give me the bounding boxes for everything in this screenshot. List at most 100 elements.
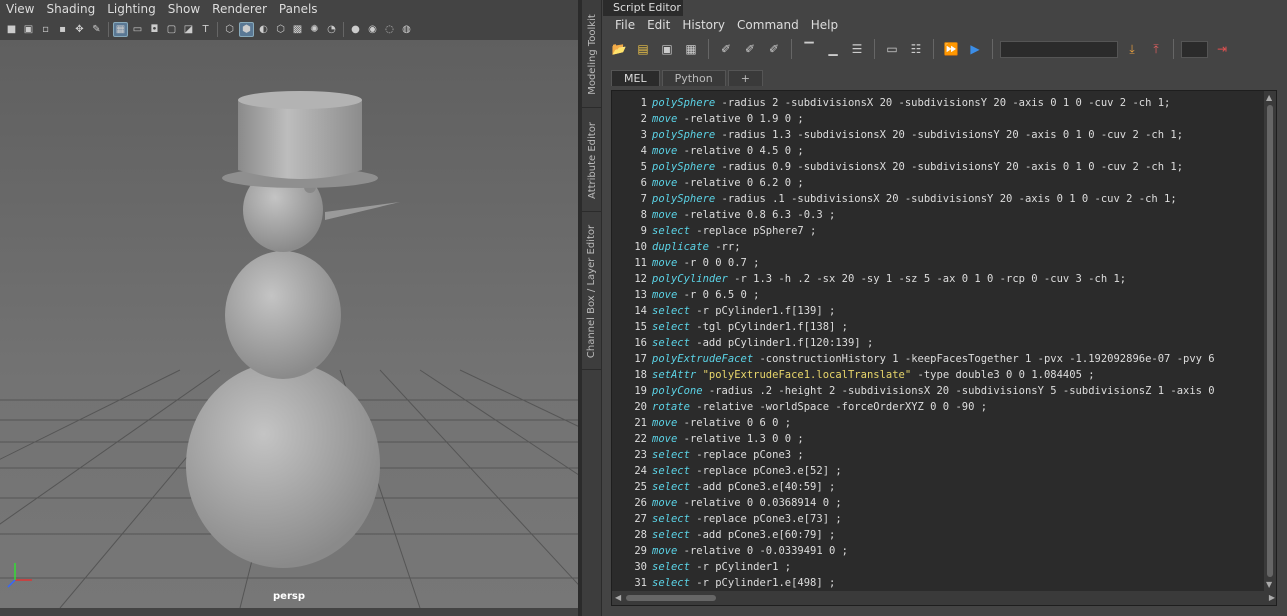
code-line[interactable]: move -relative 0 0.0368914 0 ; <box>652 495 1264 511</box>
show-history-icon[interactable]: ▔ <box>799 39 819 59</box>
resolution-gate-icon[interactable]: ▦ <box>113 21 128 37</box>
code-line[interactable]: move -relative 0 4.5 0 ; <box>652 143 1264 159</box>
execute-all-icon[interactable]: ⏩ <box>941 39 961 59</box>
tab-channel-box[interactable]: Channel Box / Layer Editor <box>582 214 602 370</box>
code-line[interactable]: polyExtrudeFacet -constructionHistory 1 … <box>652 351 1264 367</box>
scroll-up-icon[interactable]: ▲ <box>1266 93 1272 102</box>
menu-edit[interactable]: Edit <box>641 18 676 32</box>
code-line[interactable]: move -relative 0 6.2 0 ; <box>652 175 1264 191</box>
menu-shading[interactable]: Shading <box>40 2 101 16</box>
gate-mask-icon[interactable]: ▭ <box>130 22 145 37</box>
safe-title-icon[interactable]: ◪ <box>181 22 196 37</box>
ambient-occlusion-icon[interactable]: ◔ <box>324 22 339 37</box>
code-line[interactable]: rotate -relative -worldSpace -forceOrder… <box>652 399 1264 415</box>
safe-action-icon[interactable]: ▢ <box>164 22 179 37</box>
code-line[interactable]: polySphere -radius 1.3 -subdivisionsX 20… <box>652 127 1264 143</box>
menu-panels[interactable]: Panels <box>273 2 324 16</box>
tab-add[interactable]: + <box>727 70 763 86</box>
command-search-field[interactable] <box>1000 40 1118 58</box>
code-line[interactable]: select -replace pCone3 ; <box>652 447 1264 463</box>
shadows-icon[interactable]: ✺ <box>307 22 322 37</box>
echo-commands-icon[interactable]: ▭ <box>882 39 902 59</box>
motion-blur-icon[interactable]: ● <box>348 22 363 37</box>
search-up-icon[interactable]: ⤒ <box>1146 39 1166 59</box>
isolate-select-icon[interactable]: ◉ <box>365 22 380 37</box>
code-line[interactable]: select -tgl pCylinder1.f[138] ; <box>652 319 1264 335</box>
smooth-shade-icon[interactable]: ⬢ <box>239 21 254 37</box>
tab-python[interactable]: Python <box>661 70 726 86</box>
default-material-icon[interactable]: ◐ <box>256 22 271 37</box>
code-line[interactable]: duplicate -rr; <box>652 239 1264 255</box>
clear-all-icon[interactable]: ✐ <box>764 39 784 59</box>
code-line[interactable]: polyCone -radius .2 -height 2 -subdivisi… <box>652 383 1264 399</box>
tab-modeling-toolkit[interactable]: Modeling Toolkit <box>582 2 602 108</box>
camera-attr-icon[interactable]: ▣ <box>21 22 36 37</box>
field-chart-icon[interactable]: ◘ <box>147 22 162 37</box>
tab-attribute-editor[interactable]: Attribute Editor <box>582 110 602 212</box>
film-gate-icon[interactable]: ✎ <box>89 22 104 37</box>
camera-icon[interactable]: ■ <box>4 22 19 37</box>
code-line[interactable]: move -r 0 0 0.7 ; <box>652 255 1264 271</box>
code-line[interactable]: select -replace pSphere7 ; <box>652 223 1264 239</box>
wireframe-icon[interactable]: ⬡ <box>222 22 237 37</box>
show-both-icon[interactable]: ☰ <box>847 39 867 59</box>
code-line[interactable]: select -r pCylinder1.f[139] ; <box>652 303 1264 319</box>
menu-help[interactable]: Help <box>805 18 844 32</box>
code-area[interactable]: polySphere -radius 2 -subdivisionsX 20 -… <box>652 91 1264 591</box>
vertical-scrollbar[interactable]: ▲ ▼ <box>1264 91 1276 591</box>
menu-lighting[interactable]: Lighting <box>101 2 162 16</box>
source-script-icon[interactable]: ▤ <box>633 39 653 59</box>
scroll-right-icon[interactable]: ▶ <box>1269 593 1275 602</box>
code-line[interactable]: select -r pCylinder1 ; <box>652 559 1264 575</box>
code-line[interactable]: polySphere -radius 0.9 -subdivisionsX 20… <box>652 159 1264 175</box>
clear-history-icon[interactable]: ✐ <box>716 39 736 59</box>
line-numbers-icon[interactable]: ☷ <box>906 39 926 59</box>
code-line[interactable]: select -replace pCone3.e[73] ; <box>652 511 1264 527</box>
code-line[interactable]: polySphere -radius .1 -subdivisionsX 20 … <box>652 191 1264 207</box>
code-line[interactable]: move -r 0 6.5 0 ; <box>652 287 1264 303</box>
menu-history[interactable]: History <box>676 18 731 32</box>
use-all-lights-icon[interactable]: ▩ <box>290 22 305 37</box>
menu-show[interactable]: Show <box>162 2 206 16</box>
goto-line-icon[interactable]: ⇥ <box>1212 39 1232 59</box>
code-line[interactable]: select -add pCone3.e[40:59] ; <box>652 479 1264 495</box>
menu-renderer[interactable]: Renderer <box>206 2 273 16</box>
code-line[interactable]: select -replace pCone3.e[52] ; <box>652 463 1264 479</box>
menu-view[interactable]: View <box>0 2 40 16</box>
code-line[interactable]: move -relative 1.3 0 0 ; <box>652 431 1264 447</box>
save-to-shelf-icon[interactable]: ▦ <box>681 39 701 59</box>
show-input-icon[interactable]: ▁ <box>823 39 843 59</box>
bookmark-icon[interactable]: ▫ <box>38 22 53 37</box>
horizontal-scroll-thumb[interactable] <box>626 595 716 601</box>
search-icon[interactable]: ⤓ <box>1122 39 1142 59</box>
open-script-icon[interactable]: 📂 <box>609 39 629 59</box>
save-script-icon[interactable]: ▣ <box>657 39 677 59</box>
code-line[interactable]: select -r pCylinder1.e[498] ; <box>652 575 1264 591</box>
viewport-panel[interactable] <box>0 40 578 608</box>
code-line[interactable]: select -add pCone3.e[60:79] ; <box>652 527 1264 543</box>
xray-icon[interactable]: T <box>198 22 213 37</box>
vertical-scroll-thumb[interactable] <box>1267 105 1273 577</box>
code-line[interactable]: move -relative 0 6 0 ; <box>652 415 1264 431</box>
scroll-down-icon[interactable]: ▼ <box>1266 580 1272 589</box>
clear-input-icon[interactable]: ✐ <box>740 39 760 59</box>
image-plane-icon[interactable]: ▪ <box>55 22 70 37</box>
horizontal-scrollbar[interactable]: ◀ ▶ <box>612 591 1276 605</box>
scroll-left-icon[interactable]: ◀ <box>615 593 621 602</box>
textured-icon[interactable]: ⬡ <box>273 22 288 37</box>
xray-joints-icon[interactable]: ◌ <box>382 22 397 37</box>
code-line[interactable]: move -relative 0.8 6.3 -0.3 ; <box>652 207 1264 223</box>
menu-command[interactable]: Command <box>731 18 805 32</box>
code-line[interactable]: move -relative 0 1.9 0 ; <box>652 111 1264 127</box>
code-line[interactable]: polyCylinder -r 1.3 -h .2 -sx 20 -sy 1 -… <box>652 271 1264 287</box>
tab-mel[interactable]: MEL <box>611 70 660 86</box>
antialias-icon[interactable]: ◍ <box>399 22 414 37</box>
execute-icon[interactable]: ▶ <box>965 39 985 59</box>
grid-icon[interactable]: ✥ <box>72 22 87 37</box>
code-line[interactable]: polySphere -radius 2 -subdivisionsX 20 -… <box>652 95 1264 111</box>
code-line[interactable]: select -add pCylinder1.f[120:139] ; <box>652 335 1264 351</box>
goto-line-field[interactable] <box>1181 40 1208 58</box>
code-line[interactable]: move -relative 0 -0.0339491 0 ; <box>652 543 1264 559</box>
code-line[interactable]: setAttr "polyExtrudeFace1.localTranslate… <box>652 367 1264 383</box>
menu-file[interactable]: File <box>609 18 641 32</box>
